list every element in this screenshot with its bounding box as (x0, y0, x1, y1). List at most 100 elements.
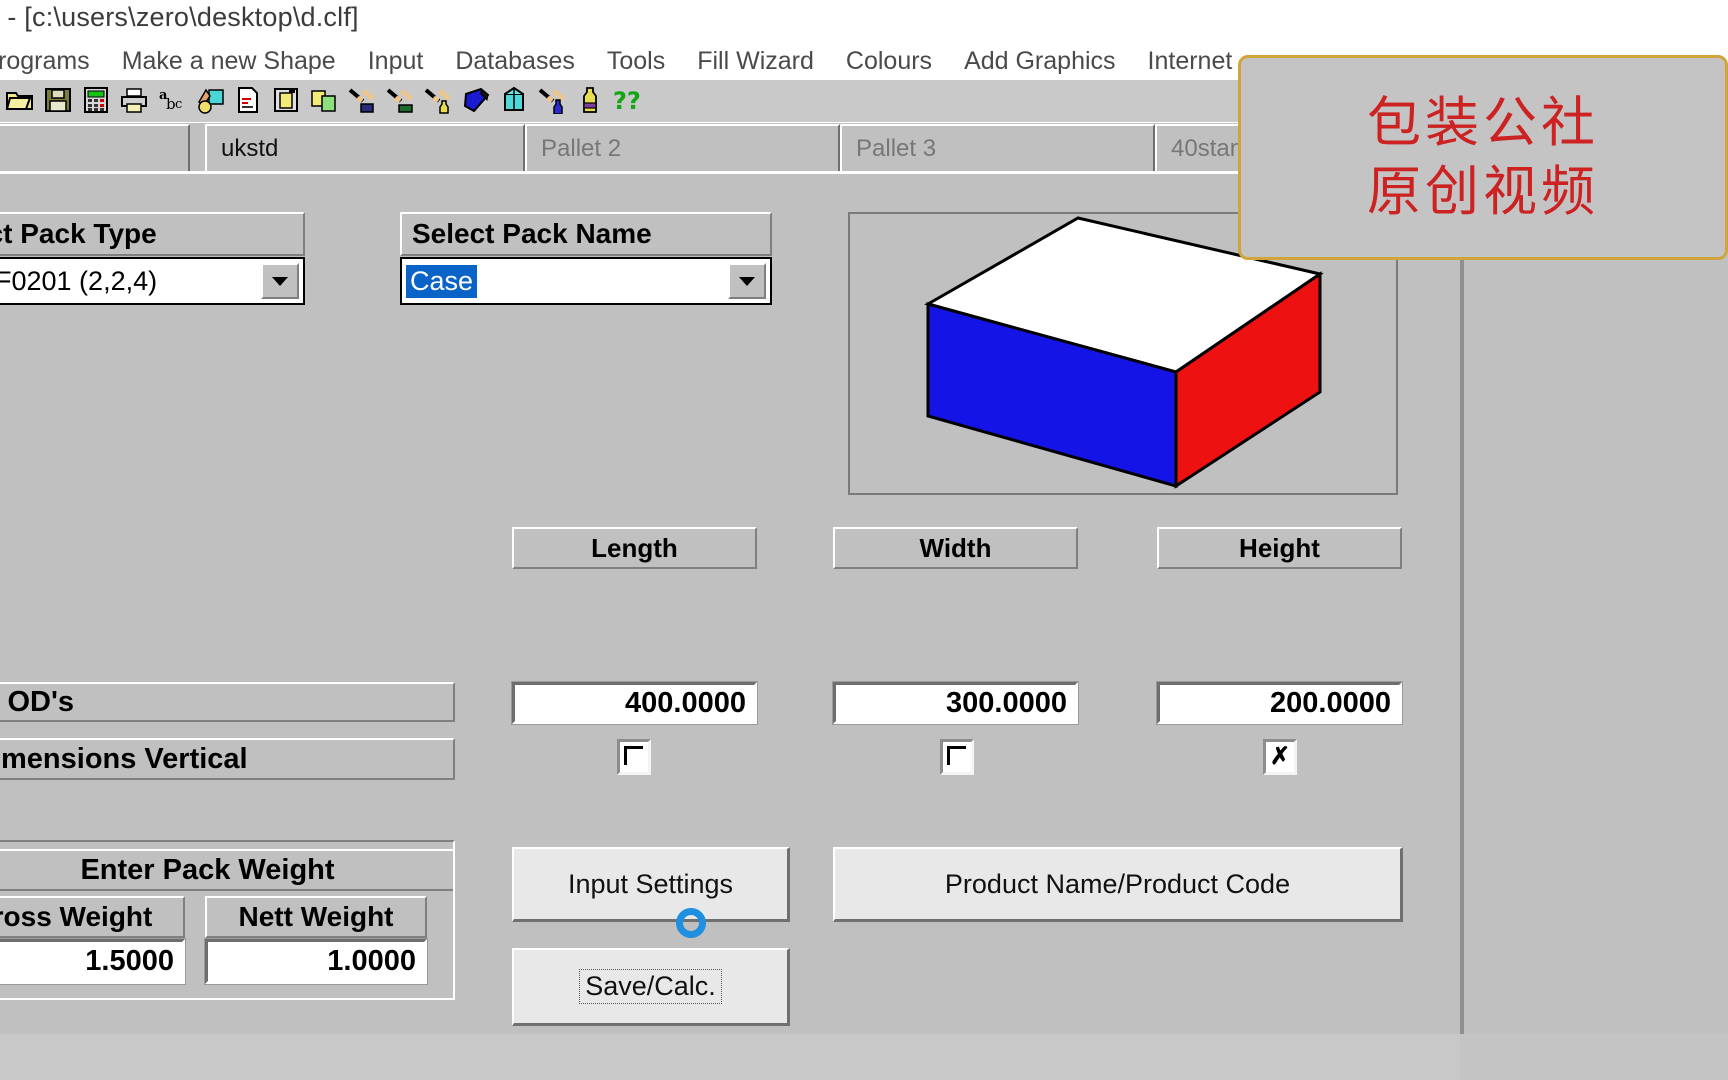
menu-item-make-a-new-shape[interactable]: Make a new Shape (106, 47, 352, 76)
enter-ods-label: er OD's (0, 682, 455, 722)
wand-bottle-icon (423, 86, 453, 114)
product-name-code-label: Product Name/Product Code (944, 868, 1291, 899)
tab-label: Pallet 3 (856, 134, 937, 162)
pack-type-value: C/F0201 (2,2,4) (0, 265, 158, 296)
length-value: 400.0000 (625, 686, 746, 719)
height-value: 200.0000 (1270, 686, 1391, 719)
width-vertical-checkbox[interactable] (940, 739, 974, 775)
watermark-line-1: 包装公社 (1367, 91, 1599, 155)
box-view-button[interactable] (268, 81, 304, 119)
checkbox-corner-mark (623, 745, 643, 765)
height-value-input[interactable]: 200.0000 (1156, 681, 1403, 725)
menu-item-tools[interactable]: Tools (591, 47, 681, 76)
watermark-box: 包装公社 原创视频 (1238, 55, 1728, 260)
wand-bottle-button[interactable] (420, 81, 456, 119)
width-header-text: Width (919, 532, 992, 563)
text-tool-button[interactable]: a b c (154, 81, 190, 119)
watermark-line-2: 原创视频 (1367, 159, 1599, 223)
menu-item-add-graphics[interactable]: Add Graphics (948, 47, 1131, 76)
wand-box-button[interactable] (344, 81, 380, 119)
help-button[interactable]: ?? (610, 81, 646, 119)
save-calc-button[interactable]: Save/Calc. (512, 948, 790, 1026)
dimensions-vertical-label-text: Dimensions Vertical (0, 742, 248, 775)
width-value-input[interactable]: 300.0000 (832, 681, 1079, 725)
length-value-input[interactable]: 400.0000 (511, 681, 758, 725)
svg-text:??: ?? (613, 87, 641, 114)
wand-box-icon (347, 86, 377, 114)
open-folder-button[interactable] (2, 81, 38, 119)
select-pack-name-label: Select Pack Name (400, 212, 772, 256)
tab-pallet-3[interactable]: Pallet 3 (840, 124, 1155, 171)
product-name-code-button[interactable]: Product Name/Product Code (833, 847, 1403, 922)
nett-weight-value: 1.0000 (327, 945, 416, 977)
wand-blue-bottle-button[interactable] (534, 81, 570, 119)
menu-item-internet[interactable]: Internet (1132, 47, 1249, 76)
checkbox-corner-mark (946, 745, 966, 765)
gross-weight-value: 1.5000 (85, 945, 174, 977)
calculator-button[interactable] (78, 81, 114, 119)
pack-name-value: Case (406, 264, 478, 298)
blue-bag-icon (461, 86, 491, 114)
enter-ods-label-text: er OD's (0, 685, 74, 718)
input-settings-button[interactable]: Input Settings (512, 847, 790, 922)
yellow-bottle-icon (579, 86, 601, 114)
status-strip-inner (0, 1034, 1460, 1080)
menu-item-colours[interactable]: Colours (830, 47, 948, 76)
select-pack-type-label-text: ect Pack Type (0, 218, 157, 249)
height-header: Height (1157, 527, 1402, 569)
click-indicator (676, 908, 706, 938)
pack-type-dropdown-button[interactable] (261, 263, 299, 299)
shape-palette-icon (195, 86, 225, 114)
tab-left-stub[interactable] (0, 124, 190, 171)
tab-pallet-2[interactable]: Pallet 2 (525, 124, 840, 171)
wand-tray-button[interactable] (382, 81, 418, 119)
shape-palette-button[interactable] (192, 81, 228, 119)
gross-weight-input[interactable]: 1.5000 (0, 938, 186, 985)
tab-ukstd[interactable]: ukstd (205, 124, 525, 171)
height-header-text: Height (1239, 532, 1320, 563)
enter-pack-weight-label: Enter Pack Weight (0, 849, 455, 891)
select-pack-name-label-text: Select Pack Name (412, 218, 652, 249)
dimensions-vertical-label: Dimensions Vertical (0, 738, 455, 780)
length-header: Length (512, 527, 757, 569)
pack-name-dropdown-button[interactable] (728, 263, 766, 299)
tab-label: 40stan (1171, 134, 1244, 162)
wand-tray-icon (385, 86, 415, 114)
height-vertical-checkbox[interactable]: ✗ (1263, 739, 1297, 775)
cyan-carton-button[interactable] (496, 81, 532, 119)
save-button[interactable] (40, 81, 76, 119)
report-button[interactable] (230, 81, 266, 119)
chevron-down-icon (739, 276, 755, 286)
yellow-bottle-button[interactable] (572, 81, 608, 119)
save-disk-icon (44, 86, 72, 114)
select-pack-type-label: ect Pack Type (0, 212, 305, 256)
pack-name-combo[interactable]: Case (400, 257, 772, 305)
box-view-icon (272, 86, 300, 114)
copy-shapes-button[interactable] (306, 81, 342, 119)
chevron-down-icon (272, 276, 288, 286)
cyan-carton-icon (500, 86, 528, 114)
input-settings-label: Input Settings (567, 868, 734, 899)
printer-icon (119, 86, 149, 114)
right-panel (1464, 174, 1728, 1054)
checkbox-x-icon: ✗ (1269, 743, 1291, 770)
menu-item-fill-wizard[interactable]: Fill Wizard (681, 47, 830, 76)
window-title: t - [c:\users\zero\desktop\d.clf] (0, 2, 359, 32)
open-folder-icon (5, 86, 35, 114)
pack-type-combo[interactable]: C/F0201 (2,2,4) (0, 257, 305, 305)
gross-weight-label: ross Weight (0, 896, 185, 938)
help-question-icon: ?? (613, 86, 643, 114)
nett-weight-input[interactable]: 1.0000 (204, 938, 428, 985)
svg-text:c: c (175, 97, 182, 112)
length-vertical-checkbox[interactable] (617, 739, 651, 775)
print-button[interactable] (116, 81, 152, 119)
menu-item-databases[interactable]: Databases (439, 47, 591, 76)
enter-pack-weight-label-text: Enter Pack Weight (80, 853, 335, 886)
width-header: Width (833, 527, 1078, 569)
blue-bag-button[interactable] (458, 81, 494, 119)
title-bar: t - [c:\users\zero\desktop\d.clf] (0, 0, 1728, 42)
application-window: t - [c:\users\zero\desktop\d.clf] rogram… (0, 0, 1728, 1080)
menu-item-input[interactable]: Input (352, 47, 440, 76)
menu-item-programs[interactable]: rograms (0, 47, 106, 76)
gross-weight-label-text: ross Weight (0, 901, 153, 932)
